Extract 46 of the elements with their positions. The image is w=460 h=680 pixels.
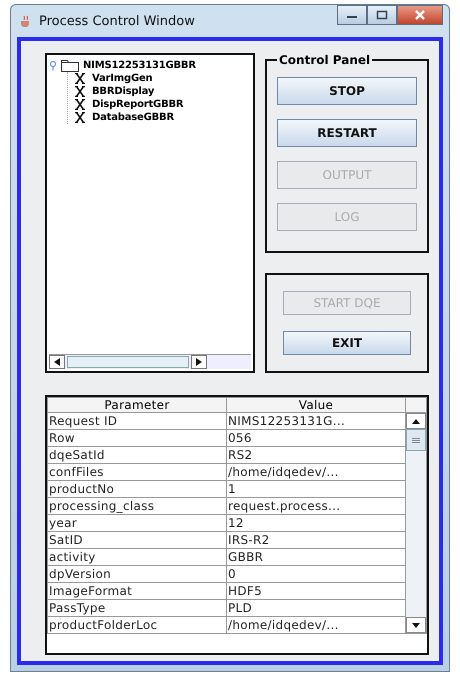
table-cell: SatID: [48, 532, 226, 548]
close-button[interactable]: [397, 5, 443, 25]
action-button[interactable]: EXIT: [283, 331, 411, 355]
close-icon: [414, 10, 426, 20]
tree-item[interactable]: DispReportGBBR: [92, 99, 184, 110]
x-mark-icon: [74, 99, 86, 110]
grip-icon: [412, 438, 420, 442]
table-cell: /home/idqedev/...: [226, 464, 406, 480]
table-cell: productFolderLoc: [48, 616, 226, 634]
maximize-button[interactable]: [367, 5, 397, 25]
column-header[interactable]: Parameter: [48, 398, 226, 412]
minimize-button[interactable]: [337, 5, 367, 25]
table-cell: dqeSatId: [48, 446, 226, 464]
tree-item[interactable]: VarImgGen: [92, 73, 152, 84]
table-cell: PassType: [48, 600, 226, 616]
table-cell: confFiles: [48, 464, 226, 480]
panel-button[interactable]: RESTART: [277, 119, 417, 147]
x-mark-icon: [74, 73, 86, 84]
up-arrow-icon: [412, 418, 420, 424]
left-arrow-icon: [54, 358, 60, 366]
vertical-scrollbar[interactable]: [406, 414, 426, 632]
window-title: Process Control Window: [39, 14, 195, 28]
table-cell: /home/idqedev/...: [226, 616, 406, 634]
table-cell: NIMS12253131G...: [226, 412, 406, 430]
table-cell: dpVersion: [48, 566, 226, 582]
table-cell: Request ID: [48, 412, 226, 430]
table-cell: processing_class: [48, 498, 226, 514]
tree-item[interactable]: DatabaseGBBR: [92, 112, 174, 123]
folder-icon: [61, 60, 79, 72]
tree-item[interactable]: NIMS12253131GBBR: [83, 60, 196, 71]
tree-item[interactable]: BBRDisplay: [92, 86, 154, 97]
panel-title: Control Panel: [278, 53, 372, 67]
maximize-icon: [376, 10, 388, 20]
table-cell: productNo: [48, 480, 226, 498]
panel-button[interactable]: STOP: [277, 77, 417, 105]
horizontal-scrollbar[interactable]: [49, 354, 251, 369]
down-arrow-icon: [412, 622, 420, 628]
table-cell: year: [48, 514, 226, 532]
right-arrow-icon: [196, 358, 202, 366]
table-cell: ImageFormat: [48, 582, 226, 600]
column-header[interactable]: Value: [226, 398, 406, 412]
x-mark-icon: [74, 86, 86, 97]
tree-handle-icon[interactable]: [49, 60, 57, 70]
table-cell: activity: [48, 548, 226, 566]
table-cell: Row: [48, 430, 226, 446]
x-mark-icon: [74, 112, 86, 123]
